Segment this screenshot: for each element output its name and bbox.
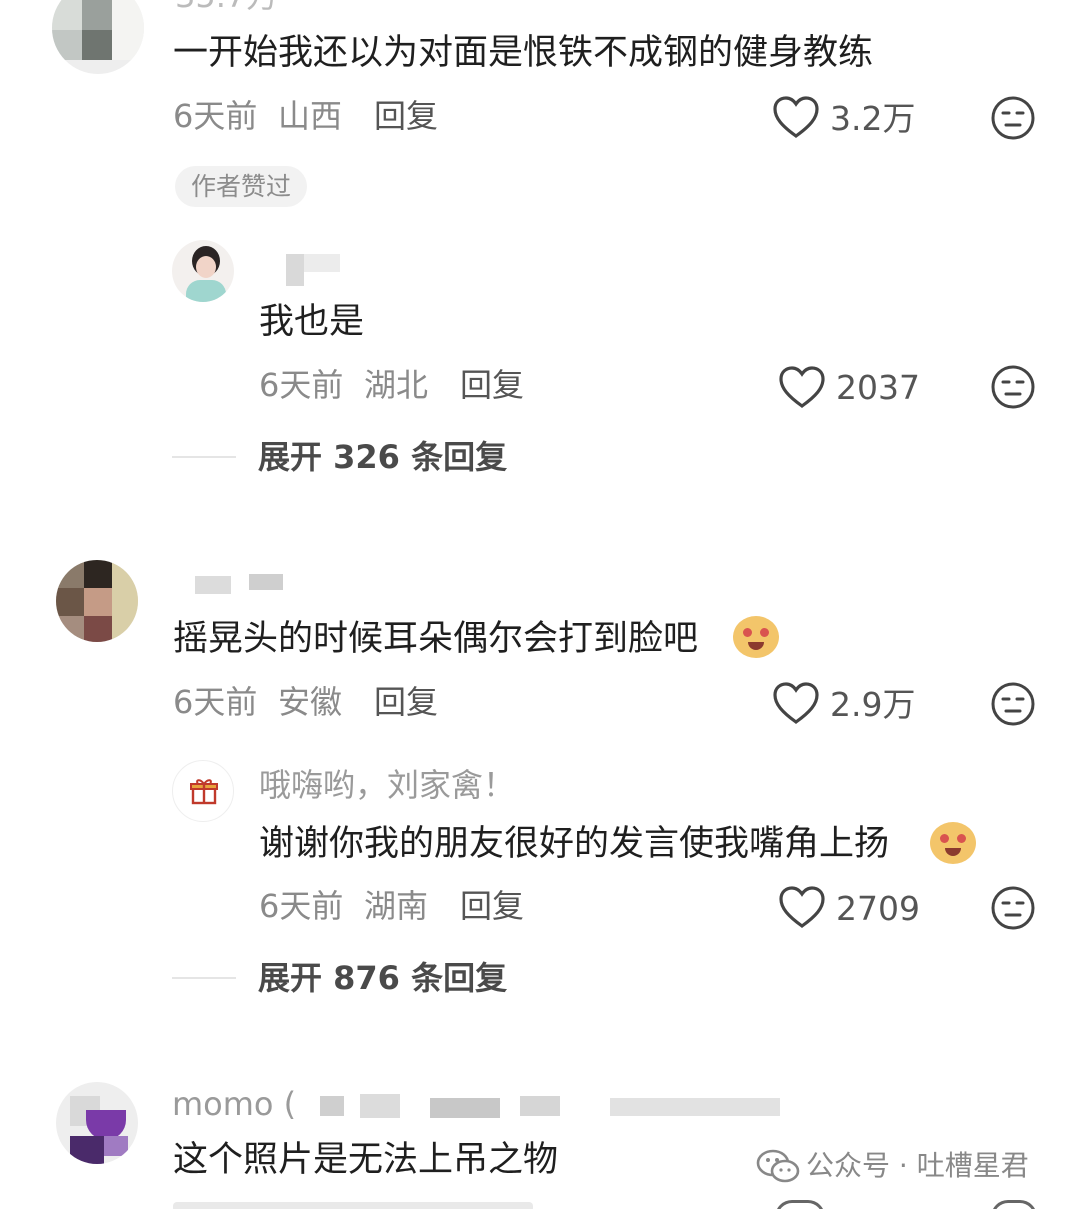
reply-text: 谢谢你我的朋友很好的发言使我嘴角上扬 <box>259 824 890 864</box>
like-count: 2.9万 <box>830 685 916 724</box>
neutral-face-icon[interactable] <box>990 364 1036 410</box>
like-count: 2037 <box>836 368 920 407</box>
expand-replies-button[interactable]: 展开 876 条回复 <box>258 962 507 994</box>
avatar[interactable] <box>56 1082 138 1164</box>
reply-text: 我也是 <box>259 302 365 342</box>
comment-location: 山西 <box>278 97 343 135</box>
neutral-face-icon[interactable] <box>990 885 1036 931</box>
avatar[interactable] <box>56 560 138 642</box>
like-count: 2709 <box>836 889 920 928</box>
comment-time: 6天前 <box>173 97 258 135</box>
heart-outline-icon[interactable] <box>778 886 826 930</box>
smiling-face-emoji <box>930 818 976 864</box>
watermark-label: 公众号 · 吐槽星君 <box>806 1149 1029 1182</box>
reply-location: 湖南 <box>364 887 429 925</box>
avatar[interactable] <box>172 240 234 302</box>
reply-button[interactable]: 回复 <box>460 369 524 401</box>
top-cut-text: 35.7万 <box>175 0 278 12</box>
expand-divider <box>172 456 236 458</box>
heart-outline-icon[interactable] <box>778 366 826 410</box>
neutral-face-icon[interactable] <box>990 95 1036 141</box>
reply-time: 6天前 <box>259 887 344 925</box>
like-count: 3.2万 <box>830 99 916 138</box>
reply-button[interactable]: 回复 <box>374 100 438 132</box>
comment-username[interactable]: momo ( <box>172 1088 296 1120</box>
comment-time: 6天前 <box>173 683 258 721</box>
avatar[interactable] <box>172 760 234 822</box>
neutral-face-icon[interactable] <box>990 681 1036 727</box>
heart-outline-icon[interactable] <box>772 682 820 726</box>
heart-outline-icon[interactable] <box>772 96 820 140</box>
gift-icon <box>190 779 218 805</box>
cut-off-row <box>173 1198 1073 1209</box>
username-redacted <box>195 574 287 596</box>
expand-divider <box>172 977 236 979</box>
reply-button[interactable]: 回复 <box>460 890 524 922</box>
reply-username[interactable]: 哦嗨哟，刘家禽！ <box>259 769 515 801</box>
comment-location: 安徽 <box>278 683 343 721</box>
author-liked-badge: 作者赞过 <box>175 166 308 207</box>
comment-text: 这个照片是无法上吊之物 <box>173 1140 559 1180</box>
reply-location: 湖北 <box>364 366 429 404</box>
reply-time: 6天前 <box>259 366 344 404</box>
wechat-icon <box>756 1149 800 1183</box>
comment-text: 一开始我还以为对面是恨铁不成钢的健身教练 <box>173 33 874 73</box>
username-redacted <box>286 254 340 286</box>
reply-button[interactable]: 回复 <box>374 686 438 718</box>
expand-replies-button[interactable]: 展开 326 条回复 <box>258 441 507 473</box>
username-redacted <box>300 1094 780 1120</box>
comment-text: 摇晃头的时候耳朵偶尔会打到脸吧 <box>173 619 699 659</box>
avatar[interactable] <box>52 0 144 74</box>
smiling-face-emoji <box>733 612 779 658</box>
